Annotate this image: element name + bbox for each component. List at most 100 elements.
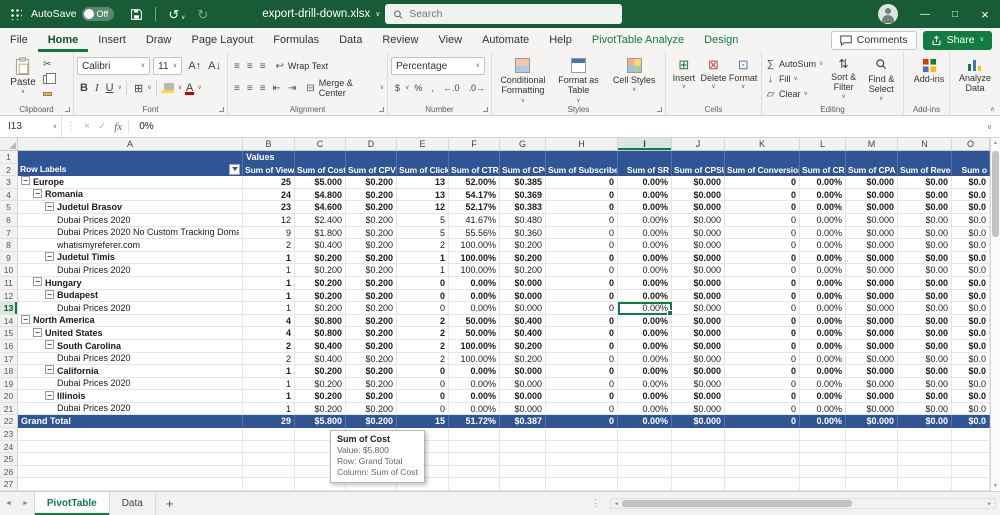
cell-J1[interactable]: [672, 151, 725, 164]
sheet-tab-data[interactable]: Data: [110, 492, 156, 515]
row-header-9[interactable]: 9: [0, 251, 18, 265]
cell-E20[interactable]: 0: [397, 390, 449, 403]
cell-I17[interactable]: 0.00%: [618, 352, 672, 366]
column-header-D[interactable]: D: [346, 138, 397, 151]
cell-L18[interactable]: 0.00%: [800, 365, 846, 378]
cell-K6[interactable]: 0: [725, 213, 800, 227]
collapse-button[interactable]: −: [45, 340, 54, 350]
cell-D20[interactable]: $0.200: [346, 390, 397, 403]
cell-N23[interactable]: [898, 428, 952, 441]
cell-K10[interactable]: 0: [725, 264, 800, 277]
cell-D10[interactable]: $0.200: [346, 264, 397, 277]
align-center-icon[interactable]: ≡: [244, 83, 256, 94]
ribbon-tab-draw[interactable]: Draw: [136, 28, 182, 52]
cell-I2[interactable]: Sum of SR: [618, 163, 672, 177]
collapse-button[interactable]: −: [45, 252, 54, 262]
cell-K18[interactable]: 0: [725, 365, 800, 378]
cell-J2[interactable]: Sum of CPSUB: [672, 163, 725, 177]
cell-L1[interactable]: [800, 151, 846, 164]
cell-E5[interactable]: 12: [397, 201, 449, 214]
row-header-20[interactable]: 20: [0, 390, 18, 403]
cell-K26[interactable]: [725, 465, 800, 479]
cell-B6[interactable]: 12: [243, 213, 295, 227]
cell-H19[interactable]: 0: [546, 377, 618, 391]
cell-I4[interactable]: 0.00%: [618, 188, 672, 202]
merge-center-button[interactable]: ⊟ Merge & Center ∨: [306, 78, 384, 98]
cell-F3[interactable]: 52.00%: [449, 176, 500, 189]
cell-I22[interactable]: 0.00%: [618, 415, 672, 429]
cell-N27[interactable]: [898, 478, 952, 491]
cell-A21[interactable]: Dubai Prices 2020: [18, 402, 243, 416]
autosum-button[interactable]: ∑ AutoSum ∨: [765, 57, 825, 71]
cell-B2[interactable]: Sum of Views: [243, 163, 295, 177]
cell-G24[interactable]: [500, 440, 546, 454]
cell-H22[interactable]: 0: [546, 415, 618, 429]
cell-L2[interactable]: Sum of CR: [800, 163, 846, 177]
cell-M1[interactable]: [846, 151, 898, 164]
cell-O1[interactable]: [952, 151, 990, 164]
cell-E2[interactable]: Sum of Clicks: [397, 163, 449, 177]
sheet-tab-pivottable[interactable]: PivotTable: [33, 492, 110, 515]
cell-E7[interactable]: 5: [397, 226, 449, 240]
cell-C7[interactable]: $1.800: [295, 226, 346, 240]
cell-M18[interactable]: $0.000: [846, 365, 898, 378]
cell-K12[interactable]: 0: [725, 289, 800, 303]
cell-H8[interactable]: 0: [546, 239, 618, 252]
cell-M12[interactable]: $0.000: [846, 289, 898, 303]
cell-L17[interactable]: 0.00%: [800, 352, 846, 366]
cell-K5[interactable]: 0: [725, 201, 800, 214]
cell-A6[interactable]: Dubai Prices 2020: [18, 213, 243, 227]
cell-K15[interactable]: 0: [725, 327, 800, 340]
cell-J15[interactable]: $0.000: [672, 327, 725, 340]
row-header-15[interactable]: 15: [0, 327, 18, 340]
cell-G25[interactable]: [500, 453, 546, 466]
cell-D12[interactable]: $0.200: [346, 289, 397, 303]
cell-B27[interactable]: [243, 478, 295, 491]
expand-formula-bar-icon[interactable]: ∨: [987, 123, 992, 131]
cell-A8[interactable]: whatismyreferer.com: [18, 239, 243, 252]
cell-L11[interactable]: 0.00%: [800, 276, 846, 290]
cell-D13[interactable]: $0.200: [346, 302, 397, 315]
cell-C22[interactable]: $5.800: [295, 415, 346, 429]
cell-C20[interactable]: $0.200: [295, 390, 346, 403]
cell-J18[interactable]: $0.000: [672, 365, 725, 378]
cell-L22[interactable]: 0.00%: [800, 415, 846, 429]
ribbon-tab-review[interactable]: Review: [372, 28, 428, 52]
scrollbar-resize-handle[interactable]: ⋮: [591, 492, 600, 515]
cell-I24[interactable]: [618, 440, 672, 454]
cell-H27[interactable]: [546, 478, 618, 491]
cell-I15[interactable]: 0.00%: [618, 327, 672, 340]
cell-A22[interactable]: Grand Total: [18, 415, 243, 429]
format-as-table-button[interactable]: Format as Table ∨: [551, 55, 607, 104]
save-icon[interactable]: [130, 8, 143, 21]
row-header-16[interactable]: 16: [0, 339, 18, 353]
cell-F7[interactable]: 55.56%: [449, 226, 500, 240]
underline-button[interactable]: U: [103, 82, 117, 94]
cell-K9[interactable]: 0: [725, 251, 800, 265]
cell-A11[interactable]: − Hungary: [18, 276, 243, 290]
cell-D4[interactable]: $0.200: [346, 188, 397, 202]
dialog-launcher-icon[interactable]: [483, 107, 488, 112]
ribbon-tab-data[interactable]: Data: [329, 28, 372, 52]
cell-C18[interactable]: $0.200: [295, 365, 346, 378]
cell-D14[interactable]: $0.200: [346, 314, 397, 328]
cell-K8[interactable]: 0: [725, 239, 800, 252]
cell-O7[interactable]: $0.0: [952, 226, 990, 240]
cell-H25[interactable]: [546, 453, 618, 466]
cell-A5[interactable]: − Judetul Brasov: [18, 201, 243, 214]
cell-N14[interactable]: $0.00: [898, 314, 952, 328]
cell-H17[interactable]: 0: [546, 352, 618, 366]
fill-button[interactable]: ↓ Fill ∨: [765, 72, 825, 86]
italic-button[interactable]: I: [92, 82, 102, 94]
cell-B25[interactable]: [243, 453, 295, 466]
cell-B20[interactable]: 1: [243, 390, 295, 403]
cell-F26[interactable]: [449, 465, 500, 479]
cell-N17[interactable]: $0.00: [898, 352, 952, 366]
cell-A13[interactable]: Dubai Prices 2020: [18, 302, 243, 315]
dialog-launcher-icon[interactable]: [219, 107, 224, 112]
cell-A9[interactable]: − Judetul Timis: [18, 251, 243, 265]
column-header-N[interactable]: N: [898, 138, 952, 151]
cell-H13[interactable]: 0: [546, 302, 618, 315]
row-header-8[interactable]: 8: [0, 239, 18, 252]
cell-G17[interactable]: $0.200: [500, 352, 546, 366]
